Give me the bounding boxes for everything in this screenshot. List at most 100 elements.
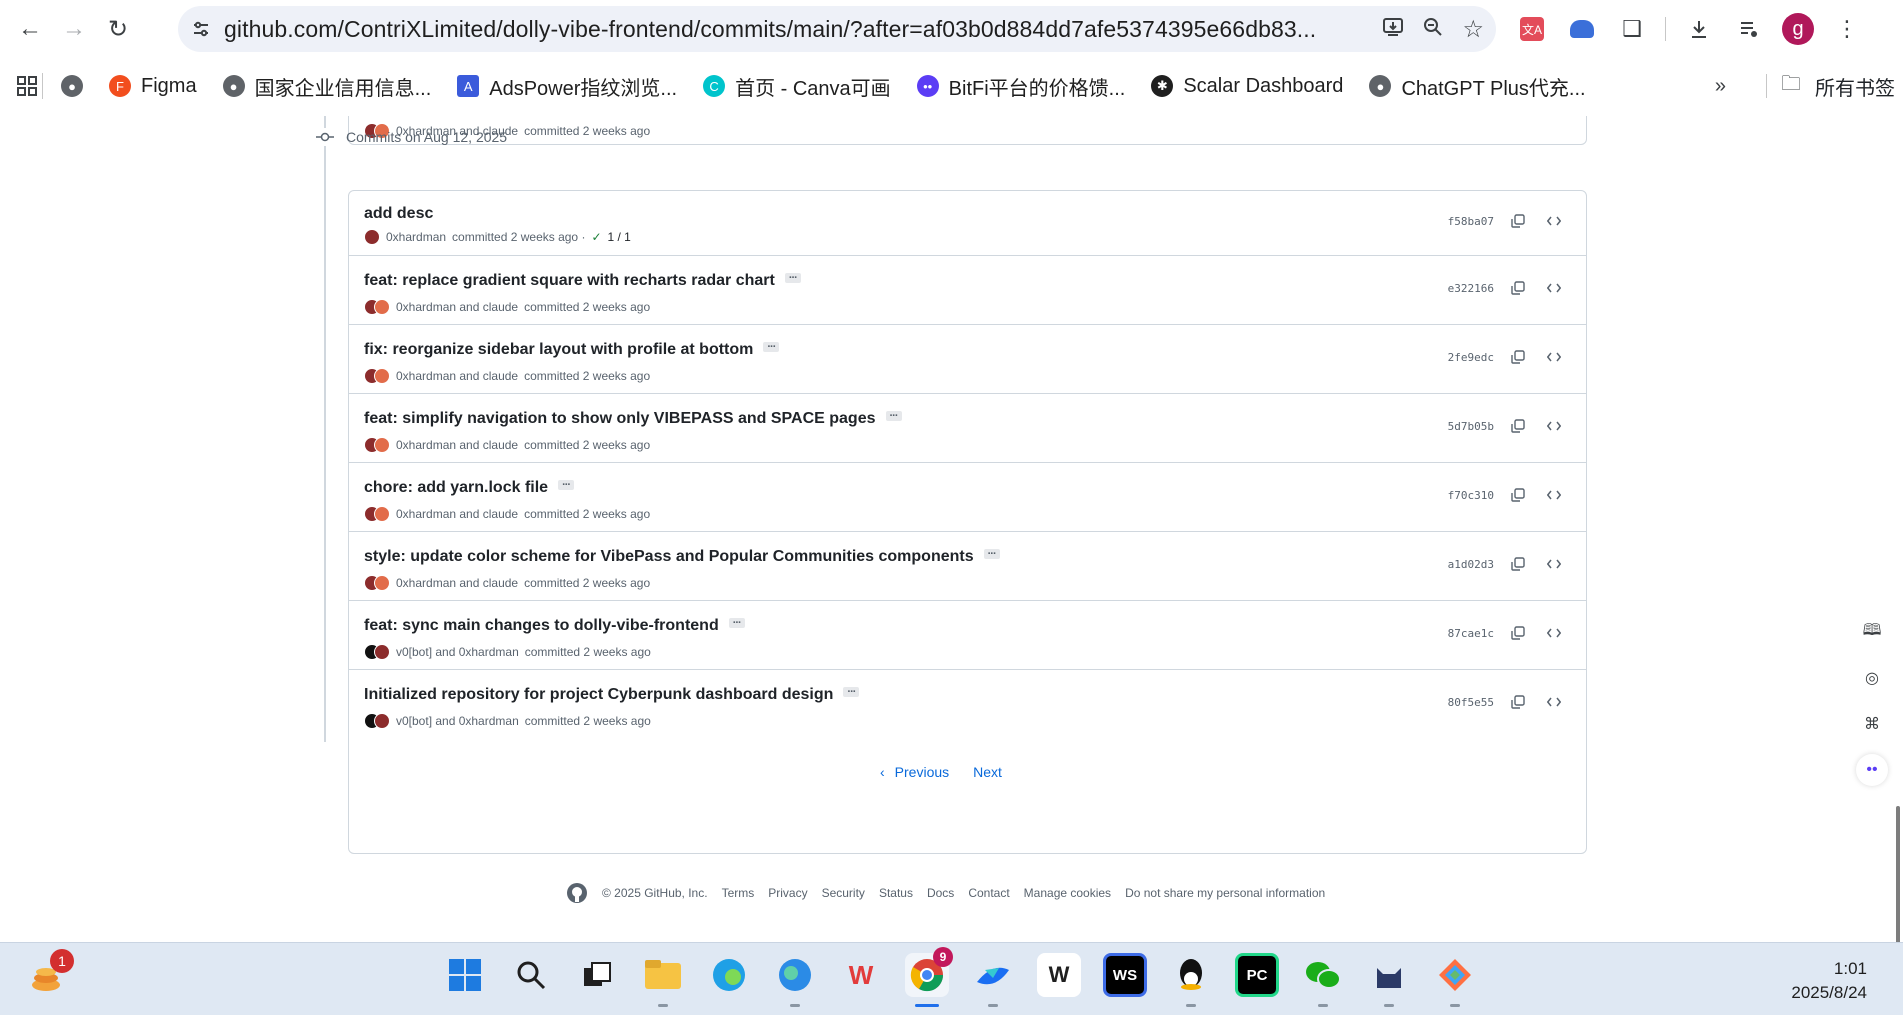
install-app-icon[interactable]	[1382, 16, 1404, 43]
commit-authors[interactable]: v0[bot] and 0xhardman	[396, 645, 519, 659]
bookmark-figma[interactable]: F Figma	[109, 75, 197, 98]
footer-link-manage-cookies[interactable]: Manage cookies	[1024, 886, 1111, 900]
bookmark-canva[interactable]: C 首页 - Canva可画	[703, 72, 891, 101]
checks-count[interactable]: 1 / 1	[608, 230, 631, 244]
assistant-icon[interactable]: ••	[1856, 754, 1888, 786]
footer-link-docs[interactable]: Docs	[927, 886, 954, 900]
expand-message-icon[interactable]: ···	[763, 342, 780, 353]
translate-extension-icon[interactable]: 文A	[1515, 12, 1549, 46]
media-control-icon[interactable]	[1732, 12, 1766, 46]
commit-authors[interactable]: 0xhardman and claude	[396, 300, 518, 314]
browse-code-icon[interactable]	[1544, 623, 1564, 643]
extensions-puzzle-icon[interactable]: ❑	[1615, 12, 1649, 46]
edge-ai-icon[interactable]	[773, 953, 817, 1007]
colorful-app-icon[interactable]	[1433, 953, 1477, 1007]
copy-icon[interactable]	[1508, 623, 1528, 643]
bookmark-star-icon[interactable]: ☆	[1462, 15, 1484, 44]
copy-icon[interactable]	[1508, 692, 1528, 712]
reload-icon[interactable]: ↻	[96, 7, 140, 51]
download-icon[interactable]	[1682, 12, 1716, 46]
copy-icon[interactable]	[1508, 278, 1528, 298]
edge-browser-icon[interactable]	[707, 953, 751, 997]
reading-mode-icon[interactable]: 🕮	[1856, 616, 1888, 648]
expand-message-icon[interactable]: ···	[983, 549, 1000, 560]
bookmark-adspower[interactable]: A AdsPower指纹浏览...	[457, 72, 677, 101]
expand-message-icon[interactable]: ···	[784, 273, 801, 284]
commit-hash[interactable]: a1d02d3	[1448, 558, 1494, 571]
commit-authors[interactable]: 0xhardman	[386, 230, 446, 244]
all-bookmarks-label[interactable]: 所有书签	[1815, 72, 1895, 101]
pycharm-icon[interactable]: PC	[1235, 953, 1279, 997]
commit-title[interactable]: style: update color scheme for VibePass …	[364, 548, 974, 566]
zoom-icon[interactable]	[1422, 16, 1444, 43]
widgets-button[interactable]: 1	[26, 949, 74, 999]
commit-title[interactable]: chore: add yarn.lock file	[364, 479, 548, 497]
commit-authors[interactable]: 0xhardman and claude	[396, 576, 518, 590]
folder-icon[interactable]: 🗀	[1781, 69, 1801, 103]
commit-authors[interactable]: 0xhardman and claude	[396, 369, 518, 383]
github-logo-icon[interactable]	[566, 882, 588, 904]
commit-title[interactable]: add desc	[364, 205, 433, 223]
apps-grid-icon[interactable]	[16, 75, 38, 97]
wave-app-icon[interactable]: W	[1037, 953, 1081, 997]
task-view-icon[interactable]	[575, 953, 619, 997]
forward-icon[interactable]: →	[52, 7, 96, 51]
commit-hash[interactable]: 87cae1c	[1448, 627, 1494, 640]
customize-icon[interactable]: ⌘	[1856, 708, 1888, 740]
copy-icon[interactable]	[1508, 485, 1528, 505]
commit-authors[interactable]: v0[bot] and 0xhardman	[396, 714, 519, 728]
commit-title[interactable]: feat: simplify navigation to show only V…	[364, 410, 876, 428]
feishu-icon[interactable]	[971, 953, 1015, 1007]
browse-code-icon[interactable]	[1544, 692, 1564, 712]
footer-link-do-not-share[interactable]: Do not share my personal information	[1125, 886, 1325, 900]
file-explorer-icon[interactable]	[641, 953, 685, 1007]
footer-link-privacy[interactable]: Privacy	[768, 886, 807, 900]
back-icon[interactable]: ←	[8, 7, 52, 51]
commit-authors[interactable]: 0xhardman and claude	[396, 438, 518, 452]
expand-message-icon[interactable]: ···	[558, 480, 575, 491]
footer-link-status[interactable]: Status	[879, 886, 913, 900]
commit-hash[interactable]: 5d7b05b	[1448, 420, 1494, 433]
qq-icon[interactable]	[1169, 953, 1213, 1007]
cat-app-icon[interactable]	[1367, 953, 1411, 1007]
commit-title[interactable]: fix: reorganize sidebar layout with prof…	[364, 341, 753, 359]
commit-hash[interactable]: 2fe9edc	[1448, 351, 1494, 364]
cloud-extension-icon[interactable]	[1565, 12, 1599, 46]
commit-title[interactable]: feat: replace gradient square with recha…	[364, 272, 775, 290]
browser-menu-icon[interactable]: ⋮	[1830, 12, 1864, 46]
commit-hash[interactable]: 80f5e55	[1448, 696, 1494, 709]
copy-icon[interactable]	[1508, 347, 1528, 367]
commit-title[interactable]: feat: sync main changes to dolly-vibe-fr…	[364, 617, 719, 635]
bookmark-chatgpt[interactable]: ● ChatGPT Plus代充...	[1369, 72, 1586, 101]
commit-hash[interactable]: f58ba07	[1448, 215, 1494, 228]
copy-icon[interactable]	[1508, 416, 1528, 436]
copy-icon[interactable]	[1508, 554, 1528, 574]
browse-code-icon[interactable]	[1544, 554, 1564, 574]
more-bookmarks-icon[interactable]: »	[1715, 75, 1726, 98]
bookmark-gsxt[interactable]: ● 国家企业信用信息...	[222, 72, 431, 101]
footer-link-contact[interactable]: Contact	[968, 886, 1009, 900]
expand-message-icon[interactable]: ···	[885, 411, 902, 422]
browse-code-icon[interactable]	[1544, 211, 1564, 231]
check-icon[interactable]: ✓	[591, 230, 601, 244]
profile-avatar[interactable]: g	[1782, 13, 1814, 45]
bookmark-bitfi[interactable]: •• BitFi平台的价格馈...	[916, 72, 1125, 101]
copy-icon[interactable]	[1508, 211, 1528, 231]
next-button[interactable]: Next	[973, 764, 1002, 780]
bookmark-scalar[interactable]: ✱ Scalar Dashboard	[1151, 75, 1343, 98]
commit-title[interactable]: Initialized repository for project Cyber…	[364, 686, 833, 704]
expand-message-icon[interactable]: ···	[728, 618, 745, 629]
browse-code-icon[interactable]	[1544, 416, 1564, 436]
system-clock[interactable]: 1:01 2025/8/24	[1791, 957, 1867, 1005]
footer-link-terms[interactable]: Terms	[722, 886, 755, 900]
browse-code-icon[interactable]	[1544, 485, 1564, 505]
browse-code-icon[interactable]	[1544, 347, 1564, 367]
commit-hash[interactable]: e322166	[1448, 282, 1494, 295]
site-info-icon[interactable]	[178, 19, 224, 39]
chrome-browser-icon[interactable]: 9	[905, 947, 953, 1007]
commit-authors[interactable]: 0xhardman and claude	[396, 507, 518, 521]
webstorm-icon[interactable]: WS	[1103, 953, 1147, 997]
address-bar[interactable]: github.com/ContriXLimited/dolly-vibe-fro…	[178, 6, 1496, 52]
search-icon[interactable]	[509, 953, 553, 997]
start-menu-icon[interactable]	[443, 953, 487, 997]
